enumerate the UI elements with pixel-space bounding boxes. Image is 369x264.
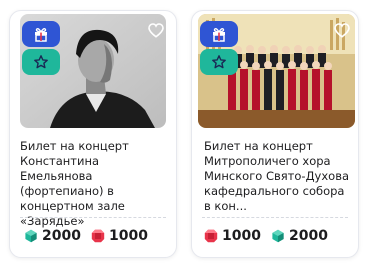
product-card[interactable]: Билет на концерт Митрополичего хора Минс…	[191, 10, 359, 258]
gift-icon	[213, 28, 225, 42]
green-gem-icon	[25, 229, 37, 243]
product-title[interactable]: Билет на концерт Митрополичего хора Минс…	[204, 139, 354, 214]
price-value: 2000	[42, 228, 81, 244]
product-card[interactable]: Билет на концерт Константина Емельянова …	[9, 10, 177, 258]
product-card-list: Билет на концерт Константина Емельянова …	[0, 0, 369, 264]
price-row: 2000 1000	[24, 228, 148, 244]
gift-badge	[22, 21, 60, 47]
price-green: 2000	[271, 228, 328, 244]
gift-icon	[35, 28, 47, 42]
red-gem-icon	[204, 229, 218, 243]
star-badge	[22, 49, 60, 75]
divider	[20, 217, 166, 218]
red-gem-icon	[91, 229, 105, 243]
star-icon	[34, 55, 48, 69]
divider	[202, 217, 348, 218]
price-value: 1000	[108, 228, 148, 244]
favorite-button[interactable]	[146, 20, 166, 40]
price-green: 2000	[24, 228, 81, 244]
green-gem-icon	[272, 229, 284, 243]
price-red: 1000	[204, 228, 261, 244]
product-title[interactable]: Билет на концерт Константина Емельянова …	[20, 139, 170, 229]
favorite-button[interactable]	[332, 20, 352, 40]
gift-badge	[200, 21, 238, 47]
heart-outline-icon	[148, 22, 164, 38]
price-value: 2000	[288, 228, 328, 244]
star-icon	[212, 55, 226, 69]
star-badge	[200, 49, 238, 75]
price-row: 1000 2000	[204, 228, 328, 244]
price-red: 1000	[91, 228, 148, 244]
heart-outline-icon	[334, 22, 350, 38]
price-value: 1000	[222, 228, 261, 244]
